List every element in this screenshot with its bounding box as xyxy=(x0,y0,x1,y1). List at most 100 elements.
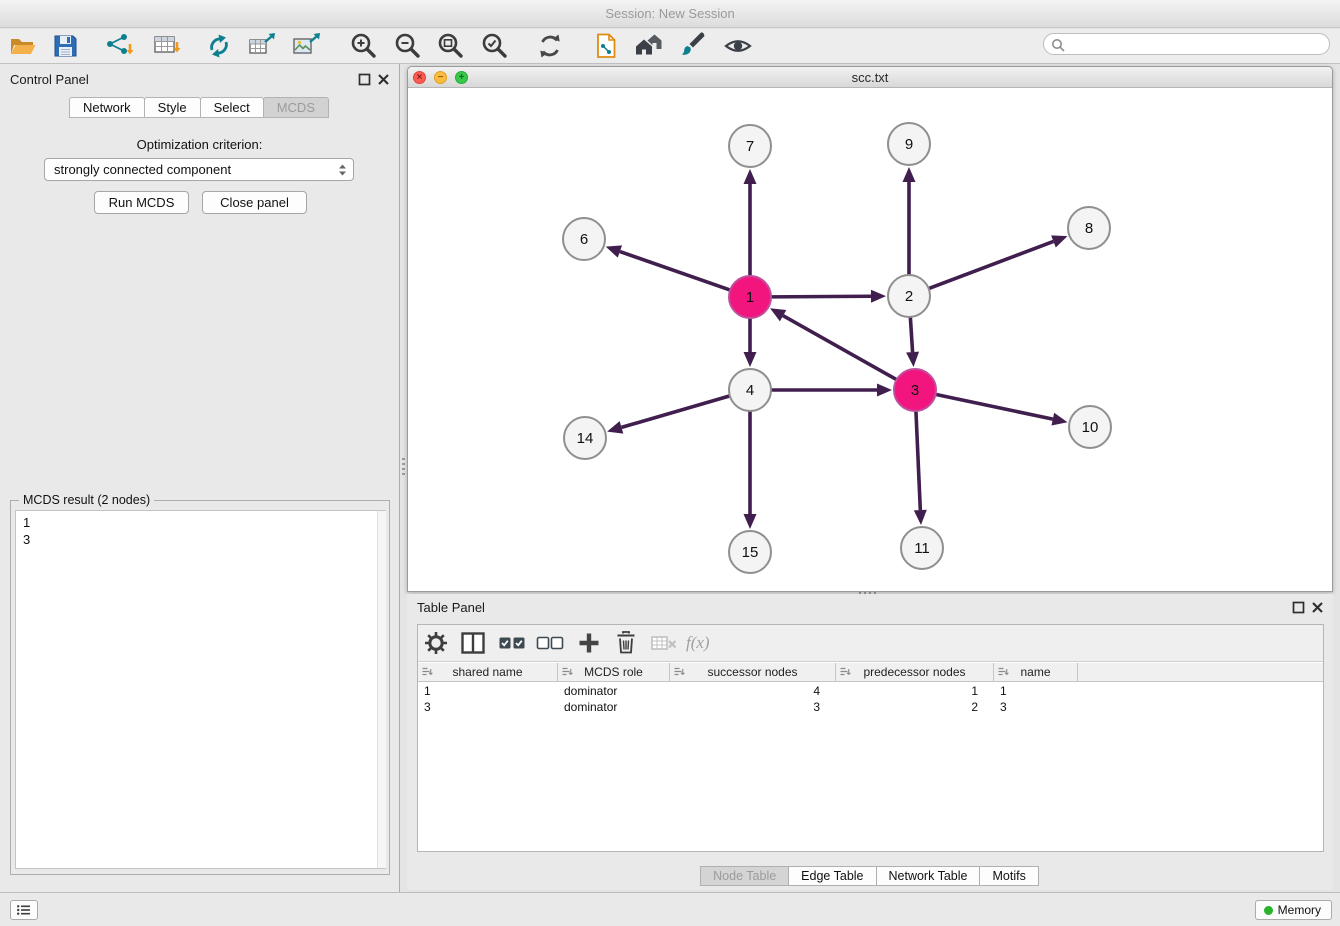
close-panel-button[interactable] xyxy=(377,73,390,86)
network-edge[interactable] xyxy=(936,394,1068,425)
network-node-6[interactable]: 6 xyxy=(563,218,605,260)
trash-icon xyxy=(611,628,641,658)
network-window-titlebar: scc.txt xyxy=(408,67,1332,88)
show-hide-panel-button[interactable] xyxy=(722,30,754,62)
task-list-icon xyxy=(16,904,32,916)
open-session-button[interactable] xyxy=(7,30,39,62)
zoom-selected-icon xyxy=(479,31,509,61)
save-icon xyxy=(50,31,80,61)
close-window-button[interactable] xyxy=(413,71,426,84)
float-panel-button[interactable] xyxy=(358,73,371,86)
tab-select[interactable]: Select xyxy=(200,97,264,118)
window-title: Session: New Session xyxy=(605,6,734,21)
unchecked-boxes-icon xyxy=(535,628,565,658)
close-panel-action-button[interactable]: Close panel xyxy=(202,191,307,214)
import-table-button[interactable] xyxy=(151,30,183,62)
control-panel-tabs: NetworkStyleSelectMCDS xyxy=(0,97,399,118)
network-edge[interactable] xyxy=(906,317,919,367)
control-panel: Control Panel NetworkStyleSelectMCDS Opt… xyxy=(0,64,400,892)
close-table-panel-button[interactable] xyxy=(1311,601,1324,614)
network-edge[interactable] xyxy=(744,169,757,276)
zoom-out-button[interactable] xyxy=(391,30,423,62)
svg-text:6: 6 xyxy=(580,231,588,248)
memory-button[interactable]: Memory xyxy=(1255,900,1332,920)
network-view-window: scc.txt 7 9 6 8 1 2 4 3 14 10 15 11 xyxy=(407,66,1333,592)
save-session-button[interactable] xyxy=(49,30,81,62)
column-header-MCDS-role[interactable]: MCDS role xyxy=(558,663,670,682)
network-node-4[interactable]: 4 xyxy=(729,369,771,411)
search-input[interactable] xyxy=(1069,35,1324,53)
zoom-selected-button[interactable] xyxy=(478,30,510,62)
network-canvas[interactable]: 7 9 6 8 1 2 4 3 14 10 15 11 xyxy=(408,88,1332,591)
tab-motifs[interactable]: Motifs xyxy=(979,866,1038,886)
mcds-result-text[interactable]: 1 3 xyxy=(15,510,386,869)
clone-network-button[interactable] xyxy=(590,30,622,62)
column-header-shared-name[interactable]: shared name xyxy=(418,663,558,682)
table-settings-button[interactable] xyxy=(421,628,451,658)
tab-network[interactable]: Network xyxy=(69,97,145,118)
home-view-button[interactable] xyxy=(633,30,665,62)
style-paint-button[interactable] xyxy=(677,30,709,62)
network-edge[interactable] xyxy=(903,167,916,275)
export-image-button[interactable] xyxy=(290,30,322,62)
network-node-15[interactable]: 15 xyxy=(729,531,771,573)
vertical-splitter[interactable] xyxy=(400,64,407,892)
column-header-successor-nodes[interactable]: successor nodes xyxy=(670,663,836,682)
sort-icon xyxy=(839,666,851,678)
network-node-9[interactable]: 9 xyxy=(888,123,930,165)
splitter-grip[interactable] xyxy=(402,458,405,475)
network-node-2[interactable]: 2 xyxy=(888,275,930,317)
apply-layout-button[interactable] xyxy=(203,30,235,62)
result-scrollbar[interactable] xyxy=(377,511,386,868)
network-node-10[interactable]: 10 xyxy=(1069,406,1111,448)
task-history-button[interactable] xyxy=(10,900,38,920)
network-edge[interactable] xyxy=(914,411,927,525)
tab-network-table[interactable]: Network Table xyxy=(876,866,981,886)
network-edge[interactable] xyxy=(770,308,897,379)
run-mcds-button[interactable]: Run MCDS xyxy=(94,191,189,214)
destroy-table-button[interactable] xyxy=(649,628,679,658)
network-node-11[interactable]: 11 xyxy=(901,527,943,569)
float-table-panel-button[interactable] xyxy=(1292,601,1305,614)
mcds-result-groupbox: MCDS result (2 nodes) 1 3 xyxy=(10,500,390,875)
table-row[interactable]: 3dominator323 xyxy=(418,699,1323,715)
network-node-7[interactable]: 7 xyxy=(729,125,771,167)
network-node-14[interactable]: 14 xyxy=(564,417,606,459)
import-network-button[interactable] xyxy=(103,30,135,62)
function-builder-button[interactable]: f(x) xyxy=(686,628,716,658)
tab-mcds[interactable]: MCDS xyxy=(263,97,329,118)
delete-column-button[interactable] xyxy=(611,628,641,658)
tab-style[interactable]: Style xyxy=(144,97,201,118)
export-table-button[interactable] xyxy=(246,30,278,62)
add-column-button[interactable] xyxy=(574,628,604,658)
unselect-all-button[interactable] xyxy=(535,628,565,658)
zoom-window-button[interactable] xyxy=(455,71,468,84)
table-cell: dominator xyxy=(558,699,670,715)
table-row[interactable]: 1dominator411 xyxy=(418,683,1323,699)
network-edge[interactable] xyxy=(771,384,892,397)
network-node-3[interactable]: 3 xyxy=(894,369,936,411)
network-edge[interactable] xyxy=(929,235,1068,288)
network-edge[interactable] xyxy=(607,396,730,434)
show-columns-button[interactable] xyxy=(458,628,488,658)
minimize-window-button[interactable] xyxy=(434,71,447,84)
tab-edge-table[interactable]: Edge Table xyxy=(788,866,876,886)
network-edge[interactable] xyxy=(771,290,886,303)
zoom-in-button[interactable] xyxy=(347,30,379,62)
zoom-fit-button[interactable] xyxy=(434,30,466,62)
network-edge[interactable] xyxy=(606,245,730,290)
tab-node-table[interactable]: Node Table xyxy=(700,866,789,886)
column-header-name[interactable]: name xyxy=(994,663,1078,682)
network-node-8[interactable]: 8 xyxy=(1068,207,1110,249)
refresh-view-button[interactable] xyxy=(534,30,566,62)
network-edge[interactable] xyxy=(744,318,757,367)
network-node-1[interactable]: 1 xyxy=(729,276,771,318)
column-header-predecessor-nodes[interactable]: predecessor nodes xyxy=(836,663,994,682)
paint-brush-icon xyxy=(678,31,708,61)
criterion-select[interactable]: strongly connected component xyxy=(44,158,354,181)
column-header-label: successor nodes xyxy=(670,663,835,681)
network-edge[interactable] xyxy=(744,411,757,529)
select-all-button[interactable] xyxy=(497,628,527,658)
columns-icon xyxy=(458,628,488,658)
svg-text:10: 10 xyxy=(1082,419,1099,436)
